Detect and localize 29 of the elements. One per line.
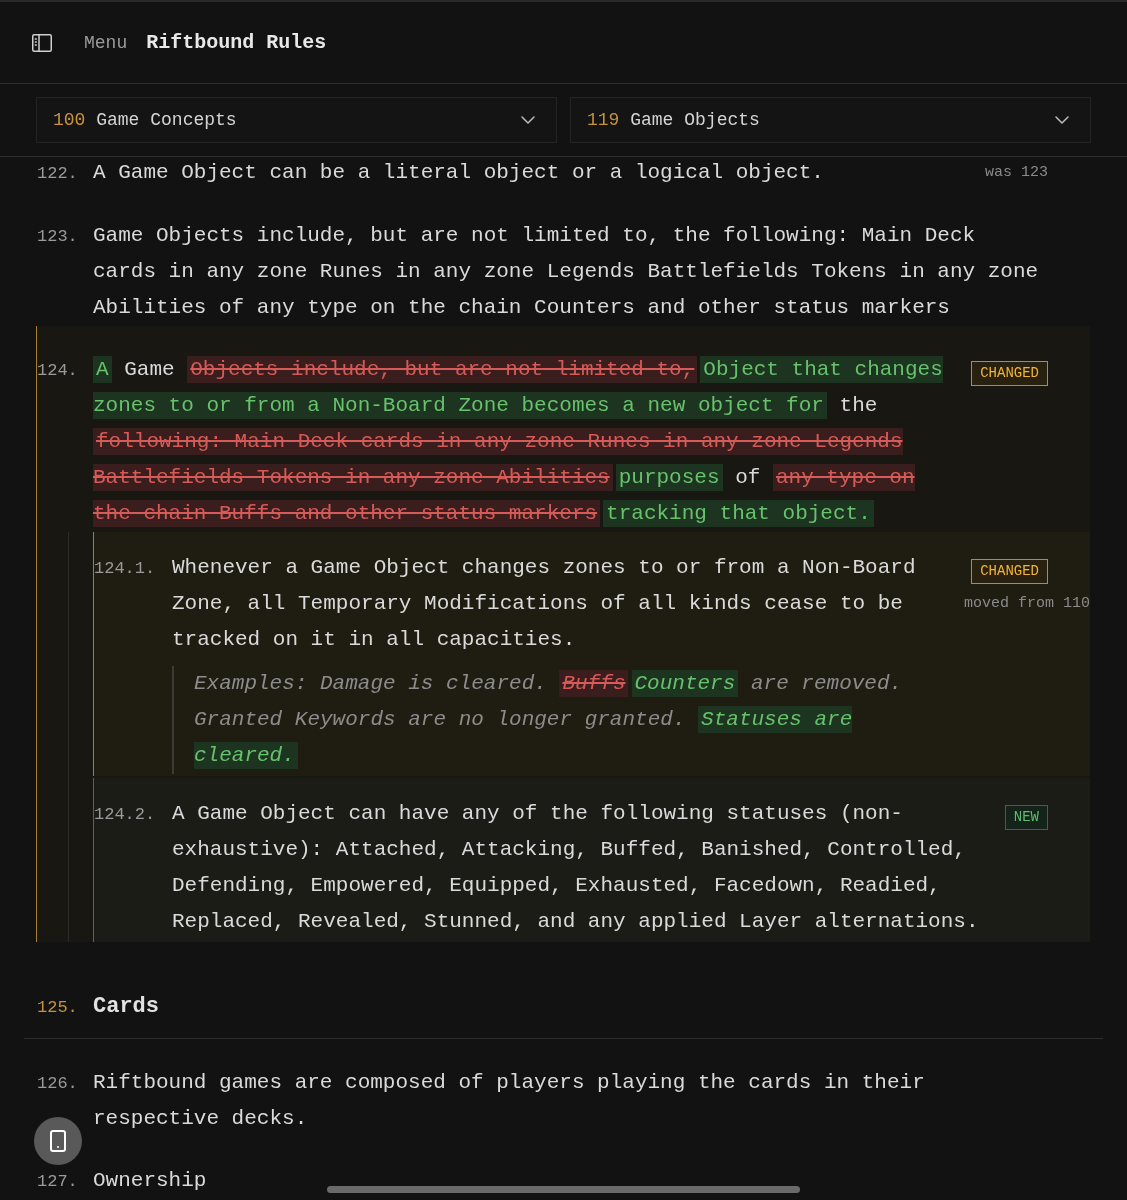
section-select[interactable]: 119 Game Objects [570,97,1091,143]
example-text: Examples: Damage is cleared. Buffs Counters are removed. Granted Keywords are no longer granted. Statuses are cleared. [172,666,944,774]
rule-text: Riftbound games are composed of players playing the cards in their respective decks. [93,1070,926,1132]
rule-number: 124.1. [94,558,157,580]
status-badge: NEW [1004,805,1048,830]
rule-text: Whenever a Game Object changes zones to or from a Non-Board Zone, all Temporary Modifications of all kinds cease to be tracked on it in all capacities. [172,555,917,653]
rule-text: Ownership [93,1168,207,1194]
rule-number: 124.2. [94,804,157,826]
page-title: Riftbound Rules [146,31,327,54]
status-badge: CHANGED [971,559,1048,584]
section-select[interactable]: 100 Game Concepts [36,97,557,143]
rule-number: 124. [37,360,79,382]
section-number: 125. [37,997,79,1019]
status-badge: CHANGED [971,361,1048,386]
rule-text: A Game Object can have any of the following statuses (non-exhaustive): Attached, Attacking, Buffed, Banished, Controlled, Defending, Empowered, Equipped, Exhausted, Facedown, Readied, Replaced, Revealed, Stunned, and any applied Layer alternations. [172,801,980,935]
rule-text: A Game Object can be a literal object or a logical object. [93,160,824,186]
menu-button[interactable]: Menu [32,32,128,53]
rule-note: was 123 [985,164,1048,182]
device-button[interactable] [34,1117,82,1165]
sidebar-icon [32,33,52,52]
rule-text: A Game Objects include, but are not limited to, Object that changes zones to or from a Non-Board Zone becomes a new object for the following: Main Deck cards in any zone Runes in any zone Legends Battlefields Tokens in any zone Abilities purposes of any type on the chain Buffs and other status markers tracking that object. [93,355,944,529]
rule-text: Game Objects include, but are not limited to, the following: Main Deck cards in any zone Runes in any zone Legends Battlefields Tokens in any zone Abilities of any type on the chain Counters and other status markers [93,223,1040,321]
section-heading: Cards [93,993,160,1021]
rule-note: moved from 110 [963,595,1090,613]
rule-number: 122. [37,163,79,185]
rule-number: 123. [37,226,79,248]
horizontal-scrollbar[interactable] [327,1186,800,1193]
rule-number: 126. [37,1073,79,1095]
rule-number: 127. [37,1171,79,1193]
